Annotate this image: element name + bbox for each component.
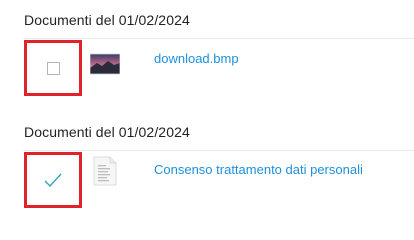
checkbox-highlight: [24, 152, 82, 208]
divider: [24, 150, 414, 151]
document-icon: [93, 156, 117, 186]
checkmark-icon[interactable]: [42, 169, 64, 191]
document-link[interactable]: Consenso trattamento dati personali: [154, 162, 363, 177]
image-thumbnail-icon: [90, 53, 120, 75]
document-link[interactable]: download.bmp: [154, 51, 239, 66]
checkbox-highlight: [24, 40, 82, 96]
document-row: Consenso trattamento dati personali: [0, 152, 414, 210]
select-checkbox[interactable]: [46, 61, 60, 75]
divider: [24, 38, 414, 39]
document-row: download.bmp: [0, 40, 414, 98]
group-heading: Documenti del 01/02/2024: [24, 124, 190, 140]
group-heading: Documenti del 01/02/2024: [24, 12, 190, 28]
